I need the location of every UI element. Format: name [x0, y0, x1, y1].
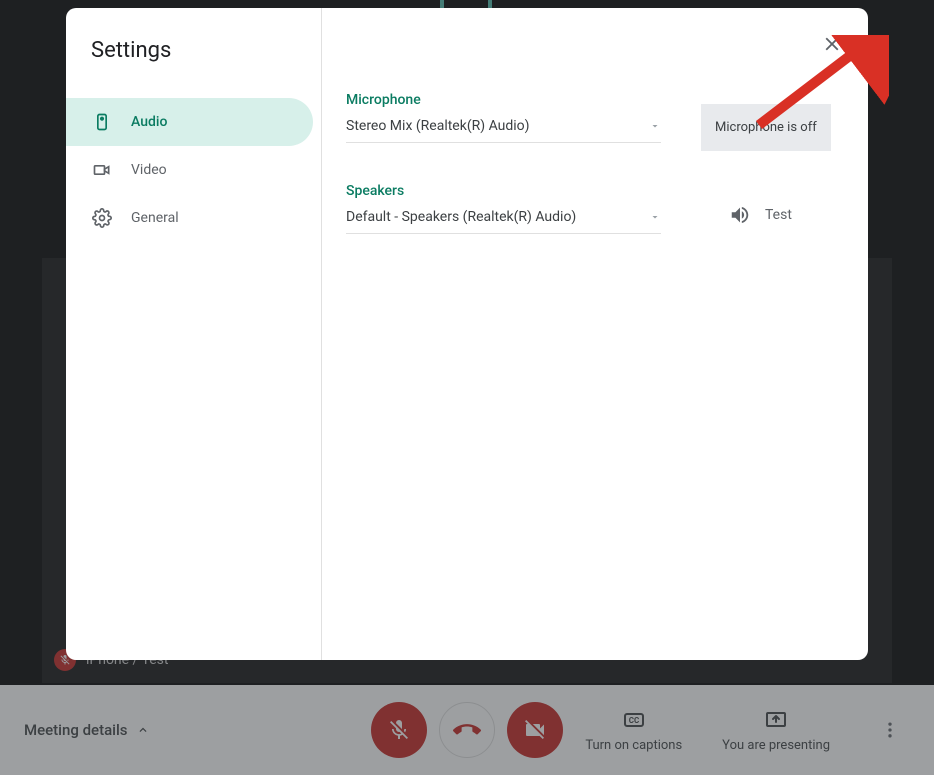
- sidebar-item-video[interactable]: Video: [66, 146, 313, 194]
- speakers-dropdown[interactable]: Default - Speakers (Realtek(R) Audio): [346, 209, 661, 234]
- audio-icon: [91, 111, 113, 133]
- close-button[interactable]: [812, 24, 852, 64]
- close-icon: [821, 33, 843, 55]
- test-label: Test: [765, 207, 792, 223]
- microphone-label: Microphone: [346, 92, 661, 108]
- sidebar-item-audio[interactable]: Audio: [66, 98, 313, 146]
- chevron-down-icon: [649, 211, 661, 223]
- gear-icon: [91, 207, 113, 229]
- settings-main: Microphone Stereo Mix (Realtek(R) Audio)…: [322, 8, 868, 660]
- microphone-value: Stereo Mix (Realtek(R) Audio): [346, 118, 530, 134]
- settings-dialog: Settings Audio Video General: [66, 8, 868, 660]
- speakers-value: Default - Speakers (Realtek(R) Audio): [346, 209, 576, 225]
- chevron-down-icon: [649, 120, 661, 132]
- speakers-group: Speakers Default - Speakers (Realtek(R) …: [346, 183, 844, 234]
- speakers-label: Speakers: [346, 183, 661, 199]
- settings-title: Settings: [66, 38, 321, 63]
- speaker-icon: [729, 204, 751, 226]
- sidebar-general-label: General: [131, 210, 179, 226]
- settings-sidebar: Settings Audio Video General: [66, 8, 322, 660]
- microphone-status: Microphone is off: [701, 104, 831, 151]
- video-icon: [91, 159, 113, 181]
- sidebar-video-label: Video: [131, 162, 167, 178]
- microphone-group: Microphone Stereo Mix (Realtek(R) Audio)…: [346, 92, 844, 151]
- sidebar-item-general[interactable]: General: [66, 194, 313, 242]
- sidebar-audio-label: Audio: [131, 114, 167, 130]
- test-speakers-button[interactable]: Test: [701, 204, 792, 226]
- microphone-dropdown[interactable]: Stereo Mix (Realtek(R) Audio): [346, 118, 661, 143]
